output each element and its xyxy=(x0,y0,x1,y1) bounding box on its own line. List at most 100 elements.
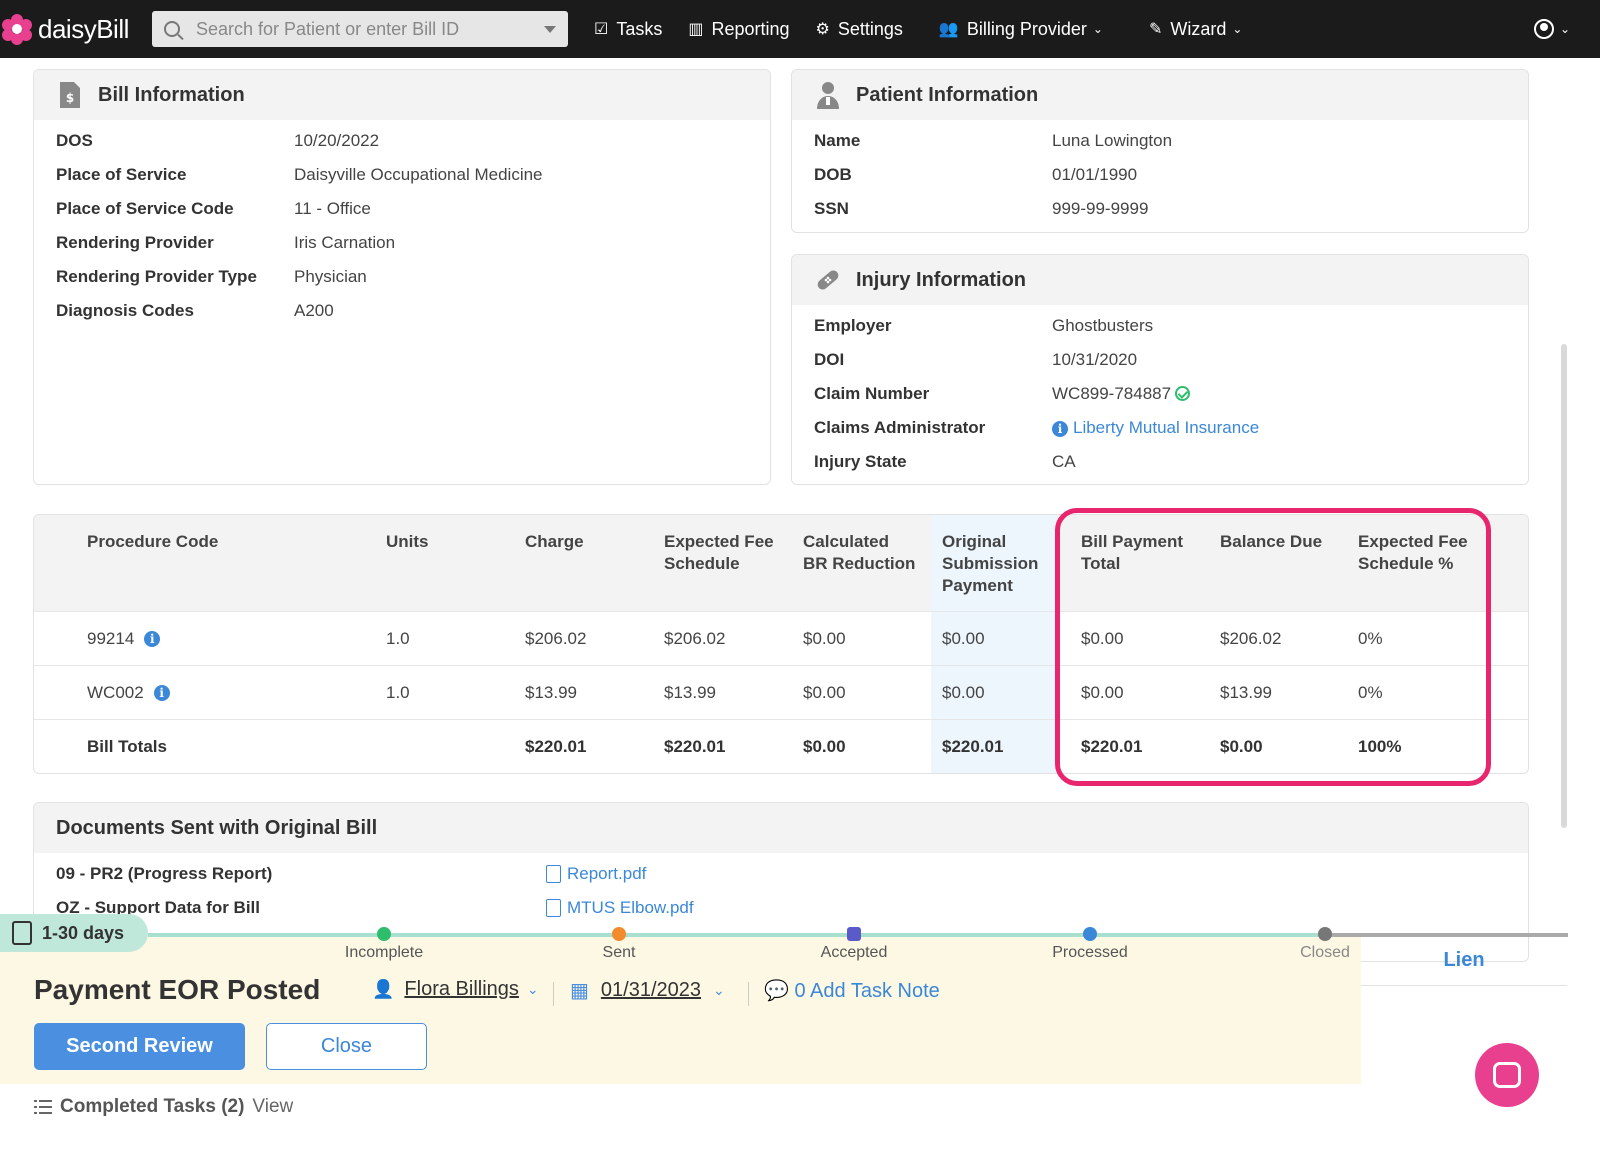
search-placeholder: Search for Patient or enter Bill ID xyxy=(196,18,460,39)
nav-billing-provider[interactable]: 👥 Billing Provider ⌄ xyxy=(939,19,1103,40)
due-date-dropdown[interactable]: ▦ 01/31/2023 ⌄ xyxy=(570,978,725,1003)
injury-row-injury-state: Injury State CA xyxy=(792,445,1528,479)
chevron-down-icon[interactable] xyxy=(544,25,556,33)
cell-totals-label: Bill Totals xyxy=(87,737,167,756)
cell-procedure-code: 99214 i xyxy=(87,629,165,649)
task-age-badge: 1-30 days xyxy=(0,914,148,952)
field-value: Ghostbusters xyxy=(1052,316,1154,335)
divider xyxy=(748,982,749,1006)
daisy-logo-icon xyxy=(2,14,32,45)
cell-original-submission: $0.00 xyxy=(942,629,985,648)
second-review-button[interactable]: Second Review xyxy=(34,1023,245,1070)
user-avatar-icon xyxy=(1533,19,1554,39)
document-row: OZ - Support Data for Bill MTUS Elbow.pd… xyxy=(34,891,1528,925)
chat-icon xyxy=(1493,1062,1521,1088)
cell-total-charge: $220.01 xyxy=(525,737,587,756)
col-expected-fee-schedule: Expected Fee Schedule xyxy=(664,531,774,575)
document-link[interactable]: Report.pdf xyxy=(546,864,646,884)
add-task-note-link[interactable]: 💬 0 Add Task Note xyxy=(764,978,940,1003)
stage-complete-check-icon xyxy=(377,927,391,941)
invoice-icon: $ xyxy=(56,80,84,110)
header-line: BR Reduction xyxy=(803,554,916,573)
stage-closed-label: Closed xyxy=(1300,944,1350,961)
injury-information-title: Injury Information xyxy=(856,268,1026,291)
document-filename: Report.pdf xyxy=(567,864,647,883)
field-value: CA xyxy=(1052,452,1076,471)
bill-row-dos: DOS 10/20/2022 xyxy=(34,124,770,158)
highlight-annotation xyxy=(1055,508,1491,786)
info-icon[interactable]: i xyxy=(1052,421,1068,437)
nav-settings[interactable]: ⚙ Settings xyxy=(816,19,903,40)
field-label: Claims Administrator xyxy=(814,418,986,437)
field-label: DOI xyxy=(814,350,845,369)
logo[interactable]: daisyBill xyxy=(2,14,142,45)
cell-procedure-code: WC002 i xyxy=(87,683,175,703)
bill-row-rendering-provider: Rendering Provider Iris Carnation xyxy=(34,226,770,260)
field-value: 10/31/2020 xyxy=(1052,350,1138,369)
header-line: Original xyxy=(942,532,1007,551)
cell-total-br-reduction: $0.00 xyxy=(803,737,846,756)
nav-reporting[interactable]: ▥ Reporting xyxy=(688,19,789,40)
patient-row-name: Name Luna Lowington xyxy=(792,124,1528,158)
verified-check-icon xyxy=(1175,386,1191,401)
chevron-down-icon: ⌄ xyxy=(1092,22,1103,36)
info-icon[interactable]: i xyxy=(153,685,170,701)
header-line: Submission xyxy=(942,554,1039,573)
col-calculated-br-reduction: Calculated BR Reduction xyxy=(803,531,915,575)
nav-wizard-label: Wizard xyxy=(1170,18,1227,39)
field-label: DOS xyxy=(56,131,93,150)
cell-units: 1.0 xyxy=(386,629,410,648)
chevron-down-icon: ⌄ xyxy=(1559,22,1570,36)
claims-administrator-link[interactable]: i Liberty Mutual Insurance xyxy=(1052,418,1259,438)
completed-tasks: Completed Tasks (2) View xyxy=(34,1096,293,1118)
due-date: 01/31/2023 xyxy=(600,979,702,1001)
field-value: Physician xyxy=(294,267,367,286)
cell-br-reduction: $0.00 xyxy=(803,683,846,702)
gear-icon: ⚙ xyxy=(815,21,830,38)
col-charge: Charge xyxy=(525,532,584,551)
field-label: Claim Number xyxy=(814,384,930,403)
search-icon xyxy=(164,21,180,37)
bandage-icon xyxy=(814,265,842,295)
user-icon: 👤 xyxy=(372,979,395,999)
cell-total-expected-fee: $220.01 xyxy=(664,737,726,756)
field-label: Name xyxy=(814,131,861,150)
chevron-down-icon: ⌄ xyxy=(526,981,539,997)
field-value: 10/20/2022 xyxy=(294,131,380,150)
nav-billing-provider-label: Billing Provider xyxy=(966,18,1087,39)
chat-launcher-button[interactable] xyxy=(1475,1043,1539,1107)
field-label: Injury State xyxy=(814,452,907,471)
task-age-text: 1-30 days xyxy=(42,922,125,943)
close-button[interactable]: Close xyxy=(266,1023,427,1070)
stage-accepted-label: Accepted xyxy=(820,944,888,961)
document-link[interactable]: MTUS Elbow.pdf xyxy=(546,898,694,918)
pdf-file-icon xyxy=(546,899,561,917)
patient-row-ssn: SSN 999-99-9999 xyxy=(792,192,1528,226)
stage-processed-label: Processed xyxy=(1052,944,1128,961)
divider xyxy=(553,982,554,1006)
search-input[interactable]: Search for Patient or enter Bill ID xyxy=(152,11,568,47)
patient-information-title: Patient Information xyxy=(856,83,1039,106)
cell-charge: $206.02 xyxy=(525,629,587,648)
user-menu[interactable]: ⌄ xyxy=(1533,19,1570,39)
nav-tasks[interactable]: ☑ Tasks xyxy=(594,19,662,40)
bill-row-diagnosis-codes: Diagnosis Codes A200 xyxy=(34,294,770,328)
col-original-submission-payment: Original Submission Payment xyxy=(942,531,1038,597)
scrollbar[interactable] xyxy=(1561,344,1567,828)
view-completed-link[interactable]: View xyxy=(252,1096,293,1118)
bill-row-provider-type: Rendering Provider Type Physician xyxy=(34,260,770,294)
field-label: DOB xyxy=(814,165,852,184)
tab-lien[interactable]: Lien xyxy=(1361,936,1567,986)
field-label: Place of Service Code xyxy=(56,199,234,218)
stage-accepted-icon xyxy=(847,927,861,941)
injury-row-doi: DOI 10/31/2020 xyxy=(792,343,1528,377)
field-value: Luna Lowington xyxy=(1052,131,1173,150)
field-label: Employer xyxy=(814,316,892,335)
document-type: 09 - PR2 (Progress Report) xyxy=(56,864,273,883)
header-line: Schedule xyxy=(664,554,740,573)
nav-wizard[interactable]: ✎ Wizard ⌄ xyxy=(1149,19,1242,40)
assignee-name: Flora Billings xyxy=(404,978,519,1000)
procedure-code-text: 99214 xyxy=(87,629,135,648)
info-icon[interactable]: i xyxy=(144,631,161,647)
assignee-dropdown[interactable]: 👤 Flora Billings ⌄ xyxy=(372,978,539,1001)
